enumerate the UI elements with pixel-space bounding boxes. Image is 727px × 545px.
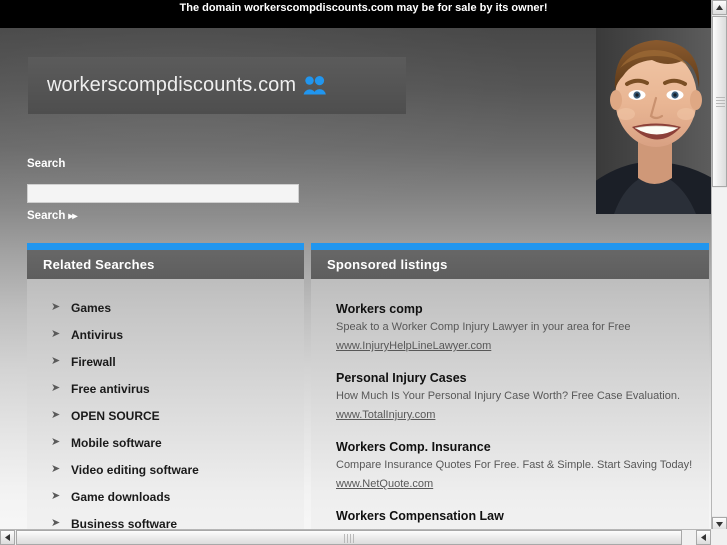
sponsored-ad: Workers comp Speak to a Worker Comp Injur… xyxy=(336,302,709,354)
arrow-right-icon: ➤ xyxy=(51,490,61,502)
ad-description: Speak to a Worker Comp Injury Lawyer in … xyxy=(336,321,631,333)
sponsored-listings-panel: Sponsored listings Workers comp Speak to … xyxy=(311,243,709,532)
related-search-link[interactable]: Game downloads xyxy=(71,490,170,504)
arrow-right-icon: ➤ xyxy=(51,382,61,394)
panel-accent-bar-right xyxy=(311,243,709,250)
hero-photo xyxy=(596,28,712,214)
vertical-scrollbar-track[interactable] xyxy=(712,188,727,516)
page-content: workerscompdiscounts.com Search Search ▸▸… xyxy=(0,28,712,532)
ad-url-link[interactable]: www.NetQuote.com xyxy=(336,478,433,490)
arrow-right-icon: ➤ xyxy=(51,436,61,448)
sponsored-ad: Personal Injury Cases How Much Is Your Pe… xyxy=(336,371,709,423)
panel-accent-bar-left xyxy=(27,243,304,250)
list-item[interactable]: ➤ Games xyxy=(27,294,304,321)
ad-title[interactable]: Workers Comp. Insurance xyxy=(336,440,709,454)
related-search-link[interactable]: Firewall xyxy=(71,355,116,369)
site-domain-text: workerscompdiscounts.com xyxy=(47,74,297,96)
related-searches-header: Related Searches xyxy=(27,250,304,279)
related-search-link[interactable]: Games xyxy=(71,301,111,315)
search-input[interactable] xyxy=(27,184,299,203)
sponsored-ad: Workers Comp. Insurance Compare Insurance… xyxy=(336,440,709,492)
list-item[interactable]: ➤ Game downloads xyxy=(27,483,304,510)
notice-text: The domain workerscompdiscounts.com may … xyxy=(179,2,548,14)
ad-title[interactable]: Personal Injury Cases xyxy=(336,371,709,385)
horizontal-scrollbar[interactable] xyxy=(0,529,727,545)
scrollbar-grip-icon xyxy=(716,96,725,107)
scrollbar-grip-icon-h xyxy=(344,534,354,543)
ad-url-link[interactable]: www.InjuryHelpLineLawyer.com xyxy=(336,340,491,352)
related-search-link[interactable]: Video editing software xyxy=(71,463,199,477)
search-label: Search xyxy=(27,158,66,170)
sponsored-listings-title: Sponsored listings xyxy=(327,257,448,272)
site-logo: workerscompdiscounts.com xyxy=(28,57,406,114)
list-item[interactable]: ➤ Mobile software xyxy=(27,429,304,456)
list-item[interactable]: ➤ OPEN SOURCE xyxy=(27,402,304,429)
vertical-scrollbar[interactable] xyxy=(711,0,727,532)
related-searches-list: ➤ Games ➤ Antivirus ➤ Firewall ➤ Free antivirus… xyxy=(27,279,304,532)
arrow-right-icon: ➤ xyxy=(51,328,61,340)
ad-description: Compare Insurance Quotes For Free. Fast … xyxy=(336,459,693,471)
scroll-left-button-2[interactable] xyxy=(696,530,711,545)
two-people-icon xyxy=(303,76,327,95)
arrow-right-icon: ➤ xyxy=(51,409,61,421)
arrow-right-icon: ➤ xyxy=(51,517,61,529)
search-button[interactable]: Search ▸▸ xyxy=(27,210,77,222)
scroll-up-button[interactable] xyxy=(712,0,727,15)
related-searches-panel: Related Searches ➤ Games ➤ Antivirus ➤ Firewa… xyxy=(27,243,304,532)
arrow-right-icon: ➤ xyxy=(51,301,61,313)
domain-for-sale-notice: The domain workerscompdiscounts.com may … xyxy=(0,0,727,28)
ad-description: How Much Is Your Personal Injury Case Wo… xyxy=(336,390,681,402)
horizontal-scrollbar-thumb[interactable] xyxy=(16,530,682,545)
arrow-right-icon: ➤ xyxy=(51,355,61,367)
scroll-left-button[interactable] xyxy=(0,530,15,545)
list-item[interactable]: ➤ Video editing software xyxy=(27,456,304,483)
related-search-link[interactable]: Mobile software xyxy=(71,436,162,450)
browser-viewport: The domain workerscompdiscounts.com may … xyxy=(0,0,727,545)
list-item[interactable]: ➤ Firewall xyxy=(27,348,304,375)
list-item[interactable]: ➤ Free antivirus xyxy=(27,375,304,402)
ad-title[interactable]: Workers Compensation Law xyxy=(336,509,709,523)
sponsored-ads-list: Workers comp Speak to a Worker Comp Injur… xyxy=(311,279,709,532)
related-searches-title: Related Searches xyxy=(43,257,155,272)
double-arrow-icon: ▸▸ xyxy=(68,211,77,222)
arrow-right-icon: ➤ xyxy=(51,463,61,475)
related-search-link[interactable]: Free antivirus xyxy=(71,382,150,396)
sponsored-listings-header: Sponsored listings xyxy=(311,250,709,279)
related-search-link[interactable]: Antivirus xyxy=(71,328,123,342)
scrollbar-corner xyxy=(711,529,727,545)
ad-url-link[interactable]: www.TotalInjury.com xyxy=(336,409,435,421)
ad-title[interactable]: Workers comp xyxy=(336,302,709,316)
vertical-scrollbar-thumb[interactable] xyxy=(712,16,727,187)
search-button-label: Search xyxy=(27,210,66,222)
list-item[interactable]: ➤ Antivirus xyxy=(27,321,304,348)
related-search-link[interactable]: OPEN SOURCE xyxy=(71,409,160,423)
